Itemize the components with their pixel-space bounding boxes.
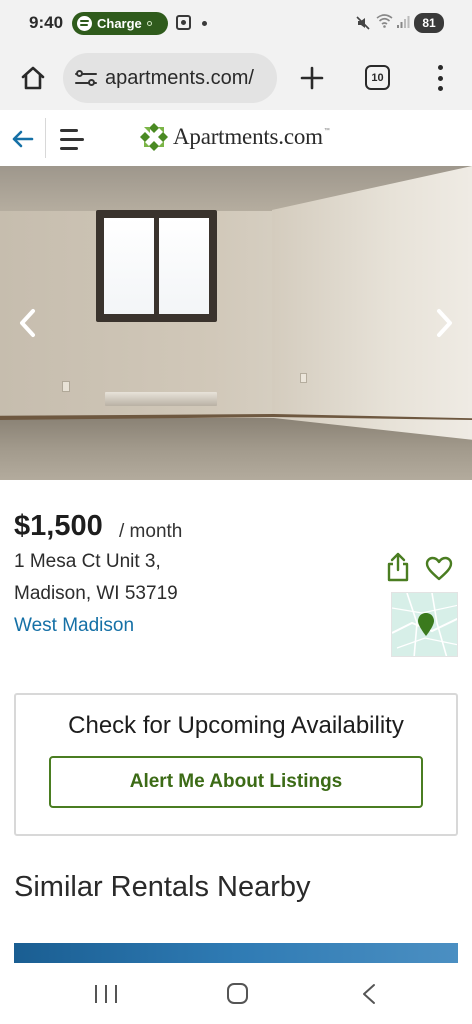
charge-indicator-icon bbox=[146, 21, 152, 26]
back-arrow-icon[interactable] bbox=[10, 126, 36, 152]
back-nav-icon[interactable] bbox=[361, 983, 377, 1005]
wifi-icon bbox=[376, 13, 393, 32]
header-divider bbox=[45, 118, 46, 158]
browser-toolbar: apartments.com/ 10 bbox=[0, 46, 472, 110]
logo-text: Apartments.com bbox=[173, 124, 323, 149]
neighborhood-link[interactable]: West Madison bbox=[14, 615, 134, 637]
listing-photo[interactable] bbox=[0, 166, 472, 480]
charge-pill[interactable]: Charge bbox=[72, 12, 168, 35]
spotify-icon bbox=[77, 16, 92, 31]
availability-card: Check for Upcoming Availability Alert Me… bbox=[14, 693, 458, 836]
tabs-icon[interactable]: 10 bbox=[365, 65, 390, 90]
hamburger-menu-icon[interactable] bbox=[60, 126, 84, 152]
logo-mark-icon bbox=[140, 123, 168, 151]
home-nav-icon[interactable] bbox=[227, 983, 248, 1004]
photo-window bbox=[96, 210, 217, 322]
plus-icon[interactable] bbox=[298, 64, 326, 92]
chevron-left-icon[interactable] bbox=[16, 306, 40, 340]
availability-title: Check for Upcoming Availability bbox=[68, 712, 404, 739]
tab-count: 10 bbox=[371, 71, 384, 84]
map-thumbnail[interactable] bbox=[391, 592, 458, 657]
alert-me-button[interactable]: Alert Me About Listings bbox=[49, 756, 423, 808]
recents-icon[interactable] bbox=[95, 985, 117, 1003]
notification-dot-icon bbox=[202, 21, 207, 26]
map-pin-icon bbox=[392, 593, 457, 656]
status-time: 9:40 bbox=[29, 13, 64, 32]
heart-icon[interactable] bbox=[425, 556, 453, 581]
mute-icon bbox=[355, 15, 371, 35]
chevron-right-icon[interactable] bbox=[432, 306, 456, 340]
photo-outlet bbox=[300, 373, 307, 383]
logo-trademark: ™ bbox=[323, 128, 330, 134]
tune-icon[interactable] bbox=[75, 69, 97, 87]
photo-outlet bbox=[62, 381, 70, 392]
battery-icon: 81 bbox=[414, 13, 444, 33]
status-bar: 9:40 Charge 81 bbox=[0, 0, 472, 46]
site-header: Apartments.com ™ bbox=[0, 110, 472, 166]
photo-baseboard-heater bbox=[105, 392, 217, 406]
similar-rentals-heading: Similar Rentals Nearby bbox=[14, 871, 311, 903]
address-line-2: Madison, WI 53719 bbox=[14, 583, 178, 604]
listing-price: $1,500 bbox=[14, 510, 103, 542]
address-line-1: 1 Mesa Ct Unit 3, bbox=[14, 551, 161, 572]
similar-rental-card[interactable] bbox=[14, 943, 458, 963]
more-vert-icon[interactable] bbox=[434, 65, 446, 91]
share-icon[interactable] bbox=[385, 551, 411, 583]
signal-icon bbox=[396, 15, 410, 32]
apartments-logo[interactable]: Apartments.com ™ bbox=[139, 122, 330, 152]
home-icon[interactable] bbox=[19, 64, 47, 92]
address-bar[interactable]: apartments.com/ bbox=[63, 53, 277, 103]
price-period: / month bbox=[119, 521, 183, 542]
charge-label: Charge bbox=[97, 16, 142, 31]
screenshot-icon bbox=[176, 15, 191, 30]
url-text[interactable]: apartments.com/ bbox=[105, 67, 254, 90]
android-nav-bar bbox=[0, 963, 472, 1024]
